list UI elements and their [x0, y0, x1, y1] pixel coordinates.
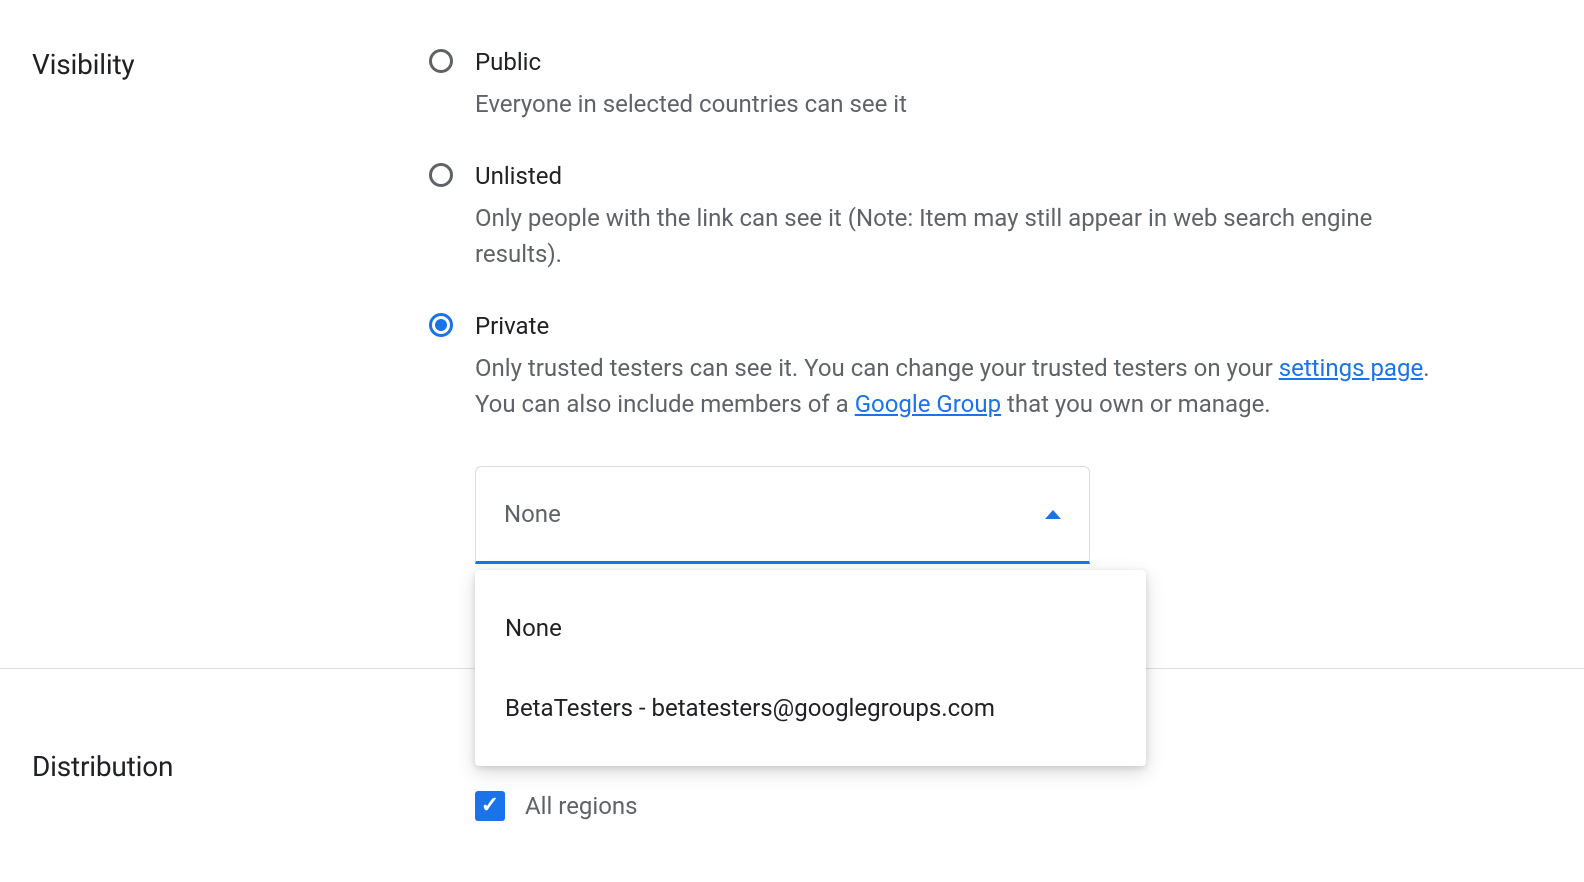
google-group-select-value: None	[504, 496, 561, 532]
radio-private-text: Private Only trusted testers can see it.…	[475, 308, 1524, 422]
radio-private-desc: Only trusted testers can see it. You can…	[475, 350, 1455, 422]
dropdown-item-none[interactable]: None	[475, 588, 1146, 668]
radio-private-title: Private	[475, 308, 1524, 344]
private-desc-period: .	[1423, 354, 1429, 382]
google-group-link[interactable]: Google Group	[855, 390, 1001, 418]
radio-unlisted-text: Unlisted Only people with the link can s…	[475, 158, 1524, 272]
google-group-dropdown: None BetaTesters - betatesters@googlegro…	[475, 570, 1146, 766]
radio-unlisted-desc: Only people with the link can see it (No…	[475, 200, 1455, 272]
radio-public-title: Public	[475, 44, 1524, 80]
all-regions-checkbox[interactable]: ✓	[475, 791, 505, 821]
settings-page-link[interactable]: settings page	[1279, 354, 1423, 382]
radio-private-control[interactable]	[427, 311, 455, 339]
radio-public-control[interactable]	[427, 47, 455, 75]
distribution-label-col: Distribution	[32, 740, 427, 824]
radio-unlisted-control[interactable]	[427, 161, 455, 189]
distribution-label: Distribution	[32, 746, 427, 788]
dropdown-item-betatesters[interactable]: BetaTesters - betatesters@googlegroups.c…	[475, 668, 1146, 748]
private-desc-prefix: Only trusted testers can see it. You can…	[475, 354, 1279, 382]
visibility-section: Visibility Public Everyone in selected c…	[0, 0, 1584, 564]
radio-icon	[429, 313, 453, 337]
radio-public-text: Public Everyone in selected countries ca…	[475, 44, 1524, 122]
checkmark-icon: ✓	[481, 795, 499, 817]
radio-option-unlisted[interactable]: Unlisted Only people with the link can s…	[427, 158, 1524, 272]
visibility-label: Visibility	[32, 44, 427, 86]
visibility-content: Public Everyone in selected countries ca…	[427, 0, 1584, 564]
visibility-label-col: Visibility	[32, 0, 427, 564]
private-desc-line2-suffix: that you own or manage.	[1001, 390, 1271, 418]
google-group-select-wrap: None None BetaTesters - betatesters@goog…	[475, 466, 1090, 564]
radio-public-desc: Everyone in selected countries can see i…	[475, 86, 1455, 122]
caret-up-icon	[1045, 510, 1061, 519]
all-regions-label: All regions	[525, 788, 638, 824]
radio-unlisted-title: Unlisted	[475, 158, 1524, 194]
radio-icon	[429, 49, 453, 73]
private-desc-line2-prefix: You can also include members of a	[475, 390, 855, 418]
radio-option-public[interactable]: Public Everyone in selected countries ca…	[427, 44, 1524, 122]
google-group-select[interactable]: None	[475, 466, 1090, 564]
radio-option-private[interactable]: Private Only trusted testers can see it.…	[427, 308, 1524, 422]
radio-icon	[429, 163, 453, 187]
